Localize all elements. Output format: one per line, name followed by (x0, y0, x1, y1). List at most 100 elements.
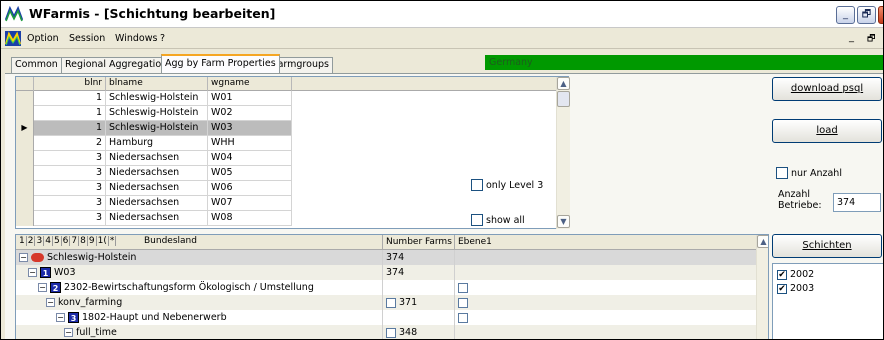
cell-blname[interactable]: Niedersachsen (106, 166, 208, 181)
title-bar[interactable]: WFarmis - [Schichtung bearbeiten] _ 🗗 ✕ (1, 1, 883, 28)
tree-scrollbar[interactable]: ▲ (756, 235, 768, 339)
tree-row[interactable]: − konv_farming 371 (16, 295, 756, 310)
region-grid[interactable]: blnr blname wgname 1 Schleswig-Holstein W0… (15, 76, 570, 229)
tab-common[interactable]: Common (11, 57, 62, 73)
table-row[interactable]: ▶ 1 Schleswig-Holstein W03 (16, 121, 292, 136)
checkbox-box[interactable] (776, 167, 788, 179)
tree-row[interactable]: − Schleswig-Holstein 374 (16, 250, 756, 265)
menu-help[interactable]: ? (160, 33, 165, 44)
scroll-up-icon[interactable]: ▲ (557, 77, 570, 90)
column-header-number-farms[interactable]: Number Farms (382, 235, 454, 250)
stratification-tree[interactable]: 1 2 3 4 5 6 7 8 9 1(* Bundesland Number Farms Ebe… (15, 234, 769, 339)
cell-wgname[interactable]: W08 (208, 211, 292, 226)
collapse-toggle-icon[interactable]: − (46, 298, 55, 307)
table-row[interactable]: 1 Schleswig-Holstein W01 (16, 91, 292, 106)
cell-blname[interactable]: Niedersachsen (106, 151, 208, 166)
load-button[interactable]: load (772, 119, 882, 143)
show-all-checkbox[interactable]: show all (471, 214, 525, 226)
tree-node[interactable]: − full_time (64, 325, 117, 339)
cell-blnr[interactable]: 3 (34, 196, 106, 211)
cell-blnr[interactable]: 2 (34, 136, 106, 151)
download-psql-button[interactable]: download psql (772, 77, 882, 101)
table-row[interactable]: 3 Niedersachsen W06 (16, 181, 292, 196)
cell-wgname[interactable]: W06 (208, 181, 292, 196)
collapse-toggle-icon[interactable]: − (28, 268, 37, 277)
collapse-toggle-icon[interactable]: − (38, 283, 47, 292)
cell-blnr[interactable]: 1 (34, 91, 106, 106)
level-header-11[interactable]: * (109, 236, 117, 246)
collapse-toggle-icon[interactable]: − (56, 313, 65, 322)
column-header-wgname[interactable]: wgname (208, 77, 292, 91)
level-header-5[interactable]: 5 (53, 236, 62, 246)
column-header-blnr[interactable]: blnr (34, 77, 106, 91)
table-row[interactable]: 3 Niedersachsen W07 (16, 196, 292, 211)
year-item-2002[interactable]: ✔ 2002 (777, 269, 814, 280)
collapse-toggle-icon[interactable]: − (19, 253, 28, 262)
scroll-up-icon[interactable]: ▲ (757, 235, 768, 248)
cell-blnr[interactable]: 3 (34, 151, 106, 166)
year-checkbox[interactable]: ✔ (777, 283, 787, 294)
scroll-down-icon[interactable]: ▼ (557, 215, 570, 228)
cell-blname[interactable]: Schleswig-Holstein (106, 91, 208, 106)
tree-node[interactable]: − konv_farming (46, 295, 122, 310)
number-farms-checkbox[interactable] (386, 297, 396, 308)
column-header-bundesland[interactable]: Bundesland (144, 236, 197, 246)
level-header-9[interactable]: 9 (88, 236, 97, 246)
level-header-4[interactable]: 4 (44, 236, 53, 246)
grid-scrollbar[interactable]: ▲ ▼ (556, 77, 570, 229)
close-button[interactable]: ✕ (878, 6, 883, 24)
menu-option[interactable]: Option (27, 33, 59, 44)
level-header-10[interactable]: 1( (97, 236, 109, 246)
cell-wgname[interactable]: WHH (208, 136, 292, 151)
only-level3-checkbox[interactable]: only Level 3 (471, 179, 543, 191)
number-farms-checkbox[interactable] (386, 327, 396, 338)
cell-blname[interactable]: Niedersachsen (106, 211, 208, 226)
checkbox-box[interactable] (471, 179, 483, 191)
tree-row[interactable]: − full_time 348 (16, 325, 756, 339)
cell-wgname[interactable]: W07 (208, 196, 292, 211)
restore-button[interactable]: 🗗 (857, 6, 876, 24)
level-header-1[interactable]: 1 (18, 236, 27, 246)
scroll-thumb[interactable] (557, 91, 570, 107)
tree-row[interactable]: −1 W03 374 (16, 265, 756, 280)
table-row[interactable]: 1 Schleswig-Holstein W02 (16, 106, 292, 121)
ebene1-checkbox[interactable] (458, 312, 468, 323)
menu-session[interactable]: Session (69, 33, 105, 44)
minimize-button[interactable]: _ (836, 6, 855, 24)
collapse-toggle-icon[interactable]: − (64, 328, 73, 337)
column-header-ebene1[interactable]: Ebene1 (454, 235, 554, 250)
mdi-minimize-button[interactable]: _ (849, 32, 854, 43)
tree-node[interactable]: − Schleswig-Holstein (19, 250, 136, 265)
mdi-restore-button[interactable]: 🗗 (867, 31, 879, 44)
year-list[interactable]: ✔ 2002 ✔ 2003 (772, 263, 883, 339)
level-header-8[interactable]: 8 (79, 236, 88, 246)
cell-blnr[interactable]: 1 (34, 106, 106, 121)
cell-blnr[interactable]: 3 (34, 166, 106, 181)
tab-agg-by-farm-properties[interactable]: Agg by Farm Properties (161, 54, 280, 73)
level-header-3[interactable]: 3 (35, 236, 45, 246)
table-row[interactable]: 3 Niedersachsen W08 (16, 211, 292, 226)
table-row[interactable]: 3 Niedersachsen W05 (16, 166, 292, 181)
level-header-2[interactable]: 2 (27, 236, 36, 246)
cell-blname[interactable]: Schleswig-Holstein (106, 121, 208, 136)
tree-node[interactable]: −1 W03 (28, 265, 75, 280)
tree-node[interactable]: −3 1802-Haupt und Nebenerwerb (56, 310, 227, 325)
cell-wgname[interactable]: W04 (208, 151, 292, 166)
cell-blnr[interactable]: 3 (34, 211, 106, 226)
year-checkbox[interactable]: ✔ (777, 269, 787, 280)
level-header-7[interactable]: 7 (70, 236, 80, 246)
nur-anzahl-checkbox[interactable]: nur Anzahl (776, 167, 842, 179)
tree-node[interactable]: −2 2302-Bewirtschaftungsform Ökologisch /… (38, 280, 314, 295)
cell-blnr[interactable]: 3 (34, 181, 106, 196)
table-row[interactable]: 2 Hamburg WHH (16, 136, 292, 151)
menu-windows[interactable]: Windows (115, 33, 157, 44)
table-row[interactable]: 3 Niedersachsen W04 (16, 151, 292, 166)
cell-wgname[interactable]: W02 (208, 106, 292, 121)
year-item-2003[interactable]: ✔ 2003 (777, 283, 814, 294)
schichten-button[interactable]: Schichten (772, 234, 882, 258)
checkbox-box[interactable] (471, 214, 483, 226)
ebene1-checkbox[interactable] (458, 297, 468, 308)
cell-blname[interactable]: Niedersachsen (106, 196, 208, 211)
level-header-6[interactable]: 6 (62, 236, 71, 246)
cell-wgname[interactable]: W01 (208, 91, 292, 106)
